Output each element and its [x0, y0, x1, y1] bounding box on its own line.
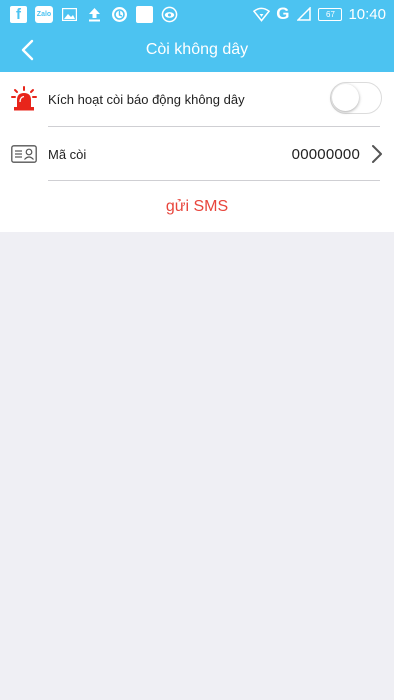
screen: f Zalo G 67 10:40 Còi không dây Kích hoạ…	[0, 0, 394, 700]
wifi-icon	[253, 6, 271, 23]
enable-siren-label: Kích hoạt còi báo động không dây	[48, 91, 245, 107]
divider	[48, 180, 380, 181]
notification-icons: f Zalo	[10, 5, 186, 23]
enable-siren-toggle[interactable]	[330, 82, 382, 114]
upload-icon	[86, 6, 103, 23]
blank-square-icon	[136, 5, 153, 23]
status-bar: f Zalo G 67 10:40	[0, 0, 394, 28]
battery-icon: 67	[318, 7, 343, 21]
system-icons: G 67 10:40	[247, 4, 386, 24]
app-circle-icon	[111, 6, 128, 23]
toggle-knob	[332, 84, 359, 111]
zalo-icon: Zalo	[35, 5, 53, 23]
signal-icon	[295, 6, 312, 23]
page-title: Còi không dây	[145, 41, 249, 58]
chevron-left-icon	[21, 39, 34, 61]
clock: 10:40	[348, 5, 386, 23]
eye-icon	[161, 6, 178, 23]
id-card-icon	[10, 140, 38, 168]
send-sms-button[interactable]: gửi SMS	[0, 182, 394, 232]
app-header: Còi không dây	[0, 28, 394, 72]
siren-alarm-icon	[10, 85, 38, 113]
facebook-icon: f	[10, 5, 27, 23]
siren-code-label: Mã còi	[48, 146, 87, 162]
siren-code-row[interactable]: Mã còi 00000000	[0, 127, 394, 181]
enable-siren-row: Kích hoạt còi báo động không dây	[0, 72, 394, 126]
settings-panel: Kích hoạt còi báo động không dây Mã còi …	[0, 72, 394, 232]
siren-code-value: 00000000	[291, 145, 360, 163]
network-type: G	[276, 4, 290, 23]
back-button[interactable]	[12, 36, 42, 64]
image-icon	[61, 6, 78, 23]
chevron-right-icon	[370, 144, 384, 164]
